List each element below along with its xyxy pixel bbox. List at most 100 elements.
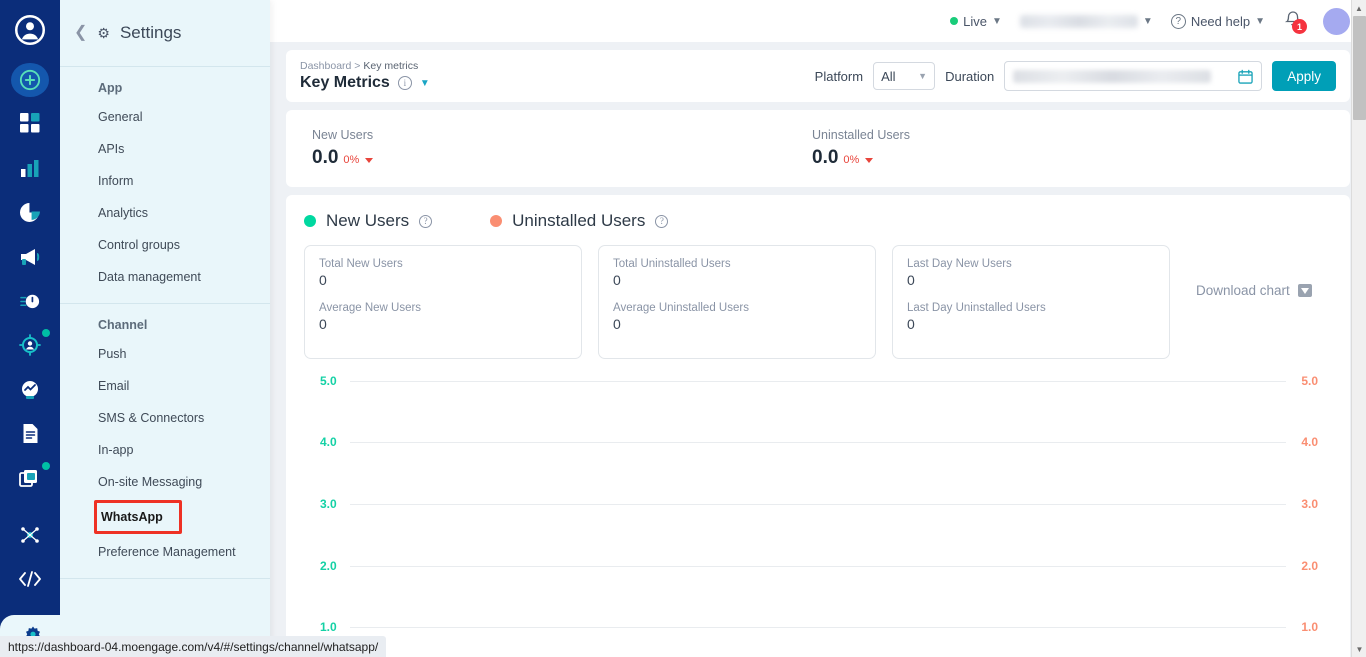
scroll-up-arrow-icon[interactable]: ▲ [1352,0,1366,16]
legend-item-uninstalled-users[interactable]: Uninstalled Users ? [490,211,669,231]
settings-title: Settings [119,23,182,42]
sidebar-item-on-site-messaging[interactable]: On-site Messaging [60,466,270,498]
app-selector-value [1019,14,1138,28]
sidebar-item-dashboard[interactable] [8,105,52,141]
gridline [350,627,1286,628]
left-axis-tick: 5.0 [320,374,337,388]
right-axis-tick: 1.0 [1301,620,1318,634]
download-chart-button[interactable]: Download chart [1196,283,1312,298]
stat-label: Last Day Uninstalled Users [907,302,1046,314]
sidebar-item-content[interactable] [8,416,52,452]
need-help-dropdown[interactable]: ? Need help ▼ [1170,13,1265,29]
browser-status-bar: https://dashboard-04.moengage.com/v4/#/s… [0,636,387,657]
stat-value: 0 [319,272,327,288]
scrollbar-thumb[interactable] [1353,16,1366,120]
platform-select[interactable]: All ▼ [873,62,936,90]
sidebar-item-campaigns[interactable] [8,238,52,274]
kpi-value-row: 0.0 0% [312,147,812,169]
info-icon[interactable]: ? [419,214,433,228]
settings-panel-header: ❮ ⚙ Settings [60,0,270,66]
sidebar-item-apis[interactable]: APIs [60,133,270,165]
gridline [350,381,1286,382]
chevron-down-icon: ▼ [1142,15,1153,27]
left-icon-rail [0,0,60,657]
trend-down-icon [365,158,374,163]
legend-label: New Users [326,211,410,230]
right-axis-tick: 3.0 [1301,497,1318,511]
top-bar: Live ▼ ▼ ? Need help ▼ 1 [270,0,1366,42]
profile-logo-icon[interactable] [12,14,48,47]
stat-label: Average New Users [319,302,422,314]
kpi-summary-card: New Users 0.0 0% Uninstalled Users 0.0 0… [286,110,1350,187]
sidebar-item-insights[interactable] [8,371,52,407]
download-caret-icon [1297,284,1312,297]
stat-value: 0 [907,272,915,288]
stat-box-uninstalled-users: Total Uninstalled Users 0 Average Uninst… [598,245,876,359]
kpi-delta: 0% [343,154,360,166]
sidebar-item-analytics[interactable]: Analytics [60,197,270,229]
chevron-left-icon[interactable]: ❮ [74,25,87,41]
sidebar-item-in-app[interactable]: In-app [60,434,270,466]
download-chart-label: Download chart [1196,283,1290,298]
sidebar-item-email[interactable]: Email [60,370,270,402]
gridline [350,566,1286,567]
gridline [350,504,1286,505]
sidebar-item-sms-connectors[interactable]: SMS & Connectors [60,402,270,434]
chart-card: New Users ? Uninstalled Users ? Total Ne… [286,195,1350,657]
right-axis-tick: 5.0 [1301,374,1318,388]
sidebar-item-analytics[interactable] [8,150,52,186]
live-status-dropdown[interactable]: Live ▼ [950,14,1002,29]
nav-group-channel-label: Channel [98,318,148,332]
sidebar-item-push[interactable]: Push [60,338,270,370]
sidebar-item-journeys[interactable] [8,283,52,319]
gridline [350,442,1286,443]
kpi-uninstalled-users: Uninstalled Users 0.0 0% [812,128,1312,169]
sidebar-item-segments[interactable] [8,327,52,363]
sidebar-item-cards[interactable] [8,460,52,496]
duration-date-range-input[interactable] [1004,61,1263,91]
legend-label: Uninstalled Users [512,211,646,230]
stat-value: 0 [613,316,621,332]
duration-value [1013,69,1212,83]
sidebar-item-general[interactable]: General [60,101,270,133]
create-campaign-button[interactable] [11,62,49,98]
stat-box-last-day: Last Day New Users 0 Last Day Uninstalle… [892,245,1170,359]
stat-label: Last Day New Users [907,258,1012,270]
sidebar-item-reports[interactable] [8,194,52,230]
page-header: Dashboard > Key metrics Key Metrics i ▼ … [286,50,1350,102]
trend-down-icon [865,158,874,163]
sidebar-item-whatsapp[interactable]: WhatsApp [94,500,182,534]
duration-label: Duration [945,68,995,84]
app-selector-dropdown[interactable]: ▼ [1019,14,1153,28]
sidebar-item-developer[interactable] [8,561,52,597]
sidebar-item-control-groups[interactable]: Control groups [60,229,270,261]
key-metrics-chart: 5.0 5.0 4.0 4.0 3.0 3.0 2.0 2.0 1.0 1.0 [304,374,1332,657]
sidebar-item-intelligence[interactable] [8,517,52,553]
sidebar-item-data-management[interactable]: Data management [60,261,270,293]
info-icon[interactable]: i [397,76,412,90]
stat-value: 0 [613,272,621,288]
legend-item-new-users[interactable]: New Users ? [304,211,433,231]
question-mark-icon: ? [1170,13,1186,29]
chart-stat-boxes: Total New Users 0 Average New Users 0 To… [304,245,1332,359]
info-icon[interactable]: ? [655,214,669,228]
apply-button[interactable]: Apply [1272,61,1336,91]
breadcrumb-root[interactable]: Dashboard [300,60,351,72]
notification-count-badge: 1 [1292,19,1307,34]
avatar[interactable] [1323,7,1350,35]
need-help-label: Need help [1190,13,1251,29]
scroll-down-arrow-icon[interactable]: ▼ [1352,641,1366,657]
chevron-down-icon: ▼ [992,15,1002,27]
chevron-down-icon: ▼ [1255,15,1265,27]
chevron-down-icon[interactable]: ▼ [420,78,430,89]
filter-bar: Platform All ▼ Duration Apply [815,61,1336,91]
sidebar-item-preference-management[interactable]: Preference Management [60,536,270,568]
main-content: Live ▼ ▼ ? Need help ▼ 1 Dashboard > Key… [270,0,1366,657]
notifications-button[interactable]: 1 [1283,10,1307,34]
sidebar-item-inform[interactable]: Inform [60,165,270,197]
kpi-label: Uninstalled Users [812,128,910,142]
page-header-left: Dashboard > Key metrics Key Metrics i ▼ [300,60,430,92]
breadcrumb-current: Key metrics [363,60,419,72]
left-axis-tick: 3.0 [320,497,337,511]
page-scrollbar[interactable]: ▲ ▼ [1351,0,1366,657]
